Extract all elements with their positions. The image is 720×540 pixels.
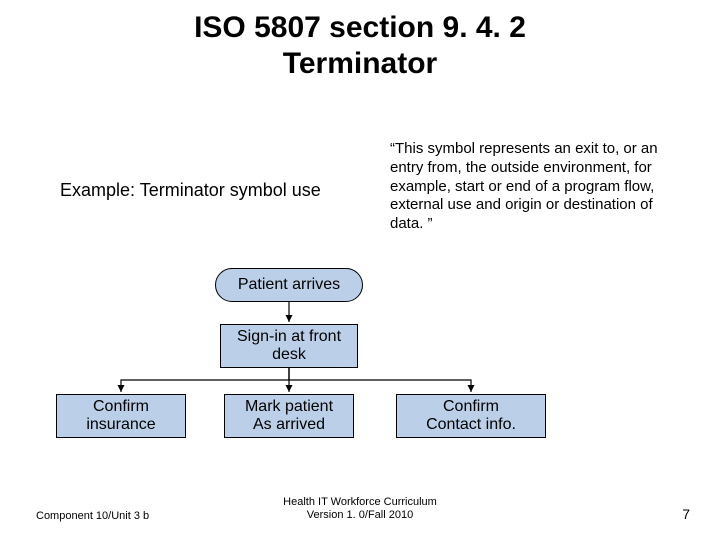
footer-curriculum-line1: Health IT Workforce Curriculum: [283, 496, 437, 508]
page-number: 7: [682, 506, 690, 522]
process-mark-arrived: Mark patientAs arrived: [224, 394, 354, 438]
process-confirm-insurance-label: Confirminsurance: [86, 398, 155, 435]
example-subtitle: Example: Terminator symbol use: [60, 180, 340, 201]
process-confirm-contact-label: ConfirmContact info.: [426, 398, 516, 435]
process-confirm-insurance: Confirminsurance: [56, 394, 186, 438]
page-title: ISO 5807 section 9. 4. 2 Terminator: [0, 10, 720, 82]
slide: ISO 5807 section 9. 4. 2 Terminator Exam…: [0, 0, 720, 540]
title-line-1: ISO 5807 section 9. 4. 2: [194, 11, 526, 44]
process-signin-label: Sign-in at frontdesk: [237, 328, 341, 365]
footer-curriculum: Health IT Workforce Curriculum Version 1…: [0, 496, 720, 522]
process-signin: Sign-in at frontdesk: [220, 324, 358, 368]
process-confirm-contact: ConfirmContact info.: [396, 394, 546, 438]
footer-curriculum-line2: Version 1. 0/Fall 2010: [307, 509, 413, 521]
title-line-2: Terminator: [283, 47, 437, 80]
definition-quote: “This symbol represents an exit to, or a…: [390, 140, 680, 234]
terminator-start: Patient arrives: [215, 268, 363, 302]
process-mark-arrived-label: Mark patientAs arrived: [245, 398, 333, 435]
terminator-start-label: Patient arrives: [238, 276, 340, 294]
